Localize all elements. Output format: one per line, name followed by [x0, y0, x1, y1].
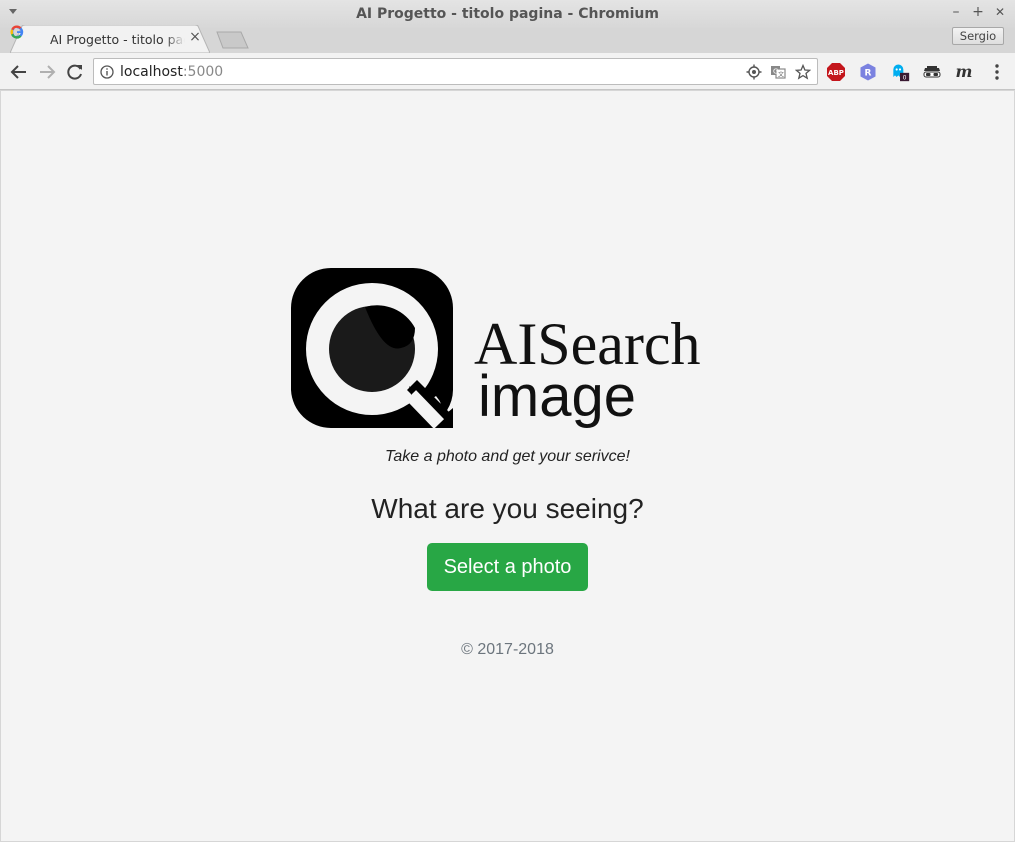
translate-icon[interactable]: G 文	[770, 64, 786, 80]
r-extension-icon[interactable]: R	[858, 62, 878, 82]
browser-menu-icon[interactable]	[987, 62, 1007, 82]
svg-text:m: m	[956, 62, 973, 81]
page-content: AISearch image Take a photo and get your…	[1, 91, 1014, 841]
tab-strip: AI Progetto - titolo pagina - Chromium ×…	[0, 22, 1015, 53]
svg-text:文: 文	[778, 71, 784, 79]
adblock-plus-icon[interactable]: ABP	[826, 62, 846, 82]
minimize-button[interactable]: –	[948, 4, 964, 20]
new-tab-button[interactable]	[214, 30, 250, 50]
back-arrow-icon[interactable]	[9, 62, 29, 82]
aisearch-logo: AISearch image	[291, 268, 701, 429]
profile-button[interactable]: Sergio	[952, 27, 1004, 45]
google-favicon-icon	[10, 25, 24, 39]
incognito-mask-icon[interactable]	[922, 62, 942, 82]
browser-toolbar: localhost:5000 G 文 ABP R 0 m	[0, 53, 1015, 90]
forward-arrow-icon[interactable]	[37, 62, 57, 82]
url-host: localhost	[120, 64, 183, 80]
reload-icon[interactable]	[65, 62, 85, 82]
tab-active[interactable]: AI Progetto - titolo pagina - Chromium ×	[10, 25, 210, 53]
url-text[interactable]: localhost:5000	[120, 64, 223, 80]
camera-lens-logo-icon	[291, 268, 453, 429]
svg-text:R: R	[865, 69, 872, 79]
svg-text:0: 0	[903, 76, 907, 82]
tagline: Take a photo and get your serivce!	[385, 448, 630, 465]
site-info-icon[interactable]	[100, 65, 114, 79]
page-heading: What are you seeing?	[371, 493, 644, 524]
m-extension-icon[interactable]: m	[954, 62, 974, 82]
select-photo-button[interactable]: Select a photo	[427, 543, 588, 591]
address-bar[interactable]: localhost:5000 G 文	[93, 58, 818, 85]
close-window-button[interactable]: ✕	[992, 4, 1008, 20]
tab-close-icon[interactable]: ×	[188, 30, 202, 44]
svg-text:ABP: ABP	[828, 69, 844, 77]
window-title: AI Progetto - titolo pagina - Chromium	[356, 6, 659, 22]
location-target-icon[interactable]	[746, 64, 762, 80]
copyright-footer: © 2017-2018	[461, 641, 554, 658]
ghostery-icon[interactable]: 0	[890, 62, 910, 82]
url-port: :5000	[182, 64, 224, 80]
logo-text-image: image	[478, 364, 636, 429]
maximize-button[interactable]: +	[970, 4, 986, 20]
tab-title: AI Progetto - titolo pagina - Chromium	[50, 32, 185, 47]
bookmark-star-icon[interactable]	[795, 64, 811, 80]
